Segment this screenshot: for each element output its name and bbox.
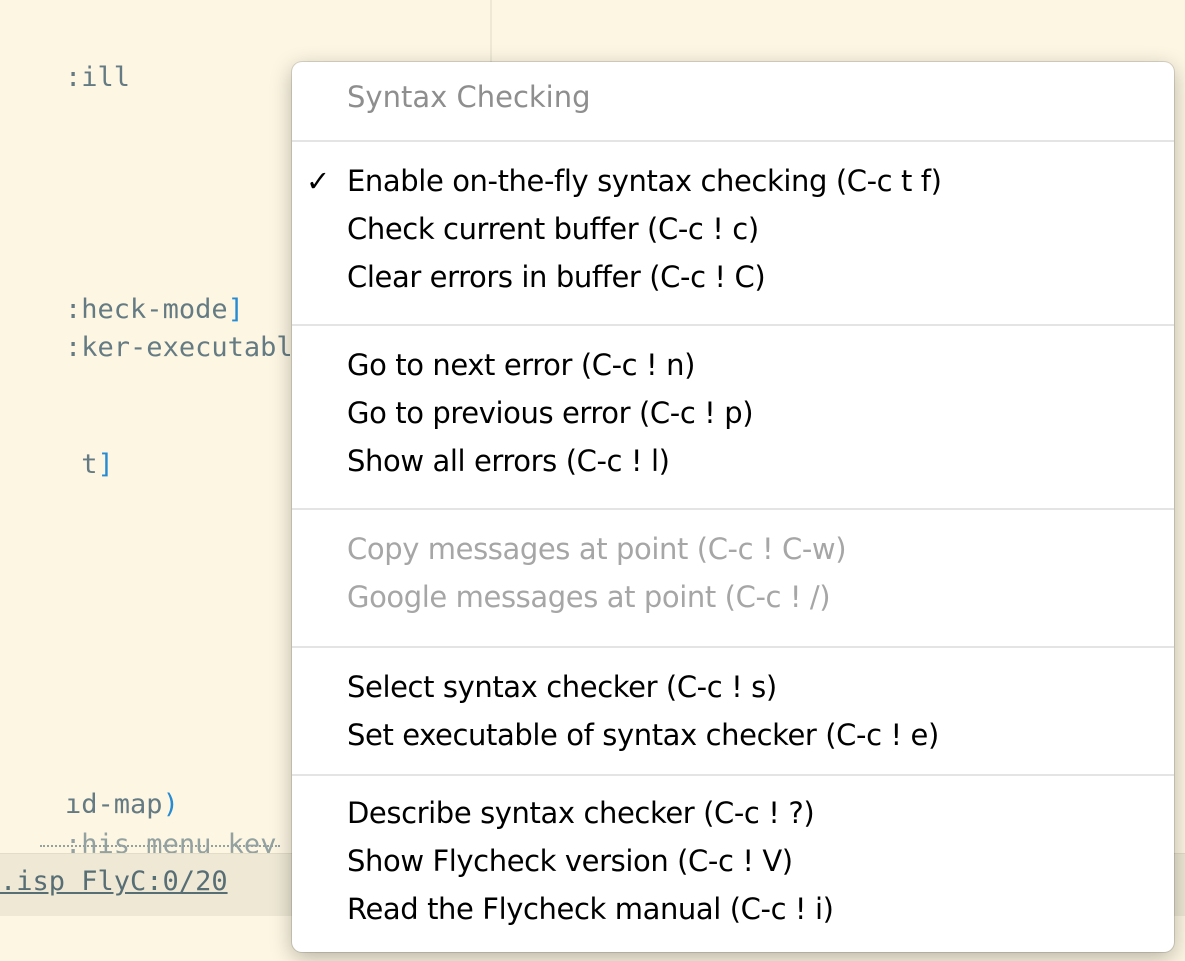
menu-item-google-messages: Google messages at point (C-c ! /) [347, 580, 831, 614]
menu-item-enable-on-the-fly[interactable]: Enable on-the-fly syntax checking (C-c t… [347, 164, 942, 198]
menu-item-show-all-errors[interactable]: Show all errors (C-c ! l) [347, 444, 670, 478]
clipped-code-line [40, 845, 280, 851]
checkmark-icon: ✓ [306, 164, 331, 198]
menu-title: Syntax Checking [347, 80, 591, 114]
menu-item-read-manual[interactable]: Read the Flycheck manual (C-c ! i) [347, 892, 834, 926]
menu-item-set-executable[interactable]: Set executable of syntax checker (C-c ! … [347, 718, 939, 752]
menu-item-clear-errors[interactable]: Clear errors in buffer (C-c ! C) [347, 260, 766, 294]
menu-separator [292, 140, 1174, 142]
code-line: t] [65, 449, 114, 480]
menu-separator [292, 324, 1174, 326]
menu-item-previous-error[interactable]: Go to previous error (C-c ! p) [347, 396, 754, 430]
menu-separator [292, 508, 1174, 510]
menu-item-describe-checker[interactable]: Describe syntax checker (C-c ! ?) [347, 796, 815, 830]
mode-line-text: .isp FlyC:0/20 [0, 866, 228, 897]
menu-item-check-buffer[interactable]: Check current buffer (C-c ! c) [347, 212, 759, 246]
context-menu: Syntax Checking ✓ Enable on-the-fly synt… [292, 62, 1174, 952]
window-divider [490, 0, 492, 70]
menu-item-select-checker[interactable]: Select syntax checker (C-c ! s) [347, 670, 777, 704]
menu-separator [292, 774, 1174, 776]
menu-separator [292, 646, 1174, 648]
code-line: :ker-executabl [65, 332, 293, 363]
code-line: :ill [65, 62, 131, 93]
menu-item-copy-messages: Copy messages at point (C-c ! C-w) [347, 532, 847, 566]
menu-item-next-error[interactable]: Go to next error (C-c ! n) [347, 348, 695, 382]
menu-item-show-version[interactable]: Show Flycheck version (C-c ! V) [347, 844, 793, 878]
